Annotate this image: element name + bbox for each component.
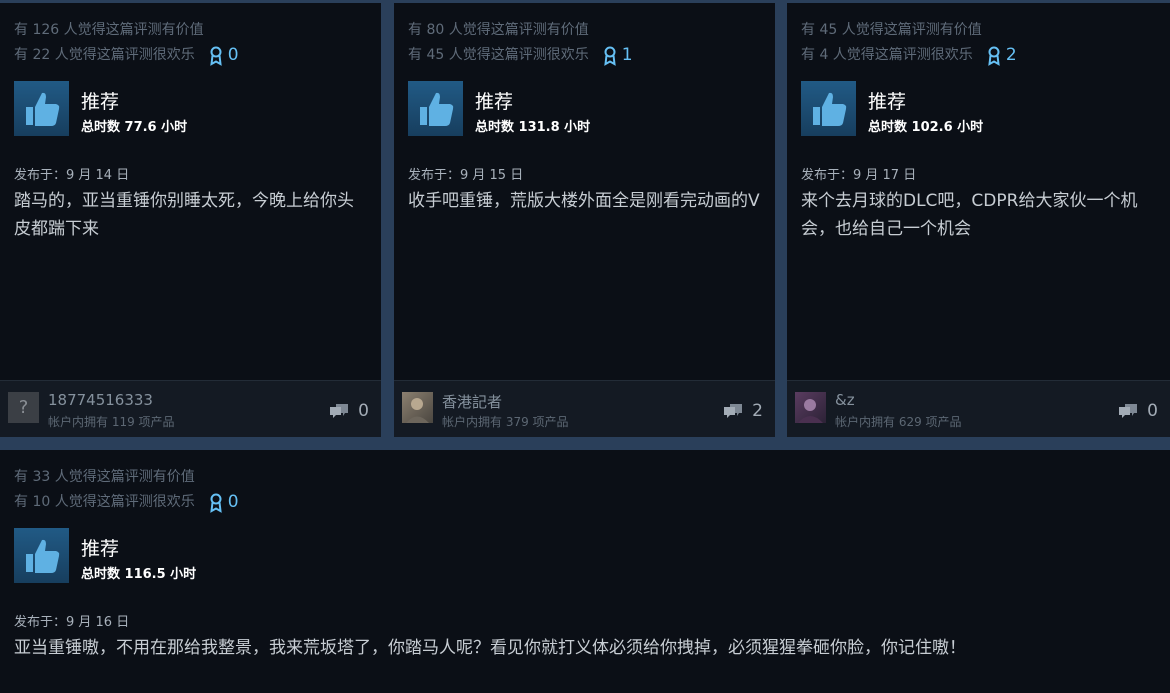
hours-played: 总时数 77.6 小时 — [81, 120, 188, 135]
award-ribbon-icon — [209, 493, 222, 513]
review-card-3[interactable]: 有 45 人觉得这篇评测有价值 有 4 人觉得这篇评测很欢乐 2 推荐 总时数 … — [787, 3, 1170, 437]
comments-button[interactable]: 0 — [329, 401, 369, 421]
avatar-portrait-icon — [798, 399, 823, 423]
recommendation-label: 推荐 — [475, 91, 514, 113]
review-card-2[interactable]: 有 80 人觉得这篇评测有价值 有 45 人觉得这篇评测很欢乐 1 推荐 总时数… — [394, 3, 775, 437]
review-text: 踏马的，亚当重锤你别睡太死，今晚上给你头皮都踹下来 — [14, 191, 354, 239]
comment-bubble-icon — [330, 404, 349, 418]
recommendation-label: 推荐 — [868, 91, 907, 113]
author-products: 帐户内拥有 119 项产品 — [48, 415, 175, 429]
helpful-counts: 有 33 人觉得这篇评测有价值 有 10 人觉得这篇评测很欢乐 0 — [14, 465, 239, 515]
award-ribbon-icon — [209, 46, 222, 66]
comment-bubble-icon — [724, 404, 743, 418]
award-ribbon-icon — [603, 46, 616, 66]
award-count: 0 — [227, 45, 239, 65]
avatar[interactable]: ? — [8, 392, 39, 423]
award-button[interactable]: 0 — [209, 490, 239, 515]
funny-text: 有 22 人觉得这篇评测很欢乐 — [14, 47, 195, 63]
review-text: 收手吧重锤，荒版大楼外面全是刚看完动画的V — [408, 191, 760, 211]
author-name[interactable]: 18774516333 — [48, 391, 153, 409]
recommendation-label: 推荐 — [81, 538, 120, 560]
posted-date: 发布于：9 月 14 日 — [14, 168, 130, 183]
thumbs-up-icon — [14, 528, 69, 583]
posted-date: 发布于：9 月 17 日 — [801, 168, 917, 183]
review-footer: 香港記者 帐户内拥有 379 项产品 2 — [394, 380, 775, 437]
review-footer: ? 18774516333 帐户内拥有 119 项产品 0 — [0, 380, 381, 437]
recommendation: 推荐 总时数 116.5 小时 — [14, 528, 196, 583]
review-text: 来个去月球的DLC吧，CDPR给大家伙一个机会，也给自己一个机会 — [801, 191, 1138, 239]
posted-date: 发布于：9 月 16 日 — [14, 615, 130, 630]
helpful-counts: 有 45 人觉得这篇评测有价值 有 4 人觉得这篇评测很欢乐 2 — [801, 18, 1017, 68]
review-card-1[interactable]: 有 126 人觉得这篇评测有价值 有 22 人觉得这篇评测很欢乐 0 推荐 总时… — [0, 3, 381, 437]
funny-text: 有 10 人觉得这篇评测很欢乐 — [14, 494, 195, 510]
helpful-text: 有 45 人觉得这篇评测有价值 — [801, 22, 982, 38]
avatar-placeholder: ? — [18, 397, 29, 418]
review-footer: &z 帐户内拥有 629 项产品 0 — [787, 380, 1170, 437]
award-count: 0 — [227, 492, 239, 512]
avatar-portrait-icon — [406, 398, 429, 423]
recommendation: 推荐 总时数 77.6 小时 — [14, 81, 187, 136]
helpful-counts: 有 126 人觉得这篇评测有价值 有 22 人觉得这篇评测很欢乐 0 — [14, 18, 239, 68]
posted-date: 发布于：9 月 15 日 — [408, 168, 524, 183]
helpful-text: 有 126 人觉得这篇评测有价值 — [14, 22, 204, 38]
funny-text: 有 45 人觉得这篇评测很欢乐 — [408, 47, 589, 63]
author-name[interactable]: &z — [835, 391, 855, 409]
helpful-counts: 有 80 人觉得这篇评测有价值 有 45 人觉得这篇评测很欢乐 1 — [408, 18, 633, 68]
award-count: 1 — [621, 45, 633, 65]
recommendation: 推荐 总时数 102.6 小时 — [801, 81, 983, 136]
author-products: 帐户内拥有 629 项产品 — [835, 415, 962, 429]
comment-count: 0 — [358, 401, 369, 421]
award-count: 2 — [1005, 45, 1017, 65]
comments-button[interactable]: 0 — [1118, 401, 1158, 421]
thumbs-up-icon — [408, 81, 463, 136]
author-products: 帐户内拥有 379 项产品 — [442, 415, 569, 429]
comment-count: 0 — [1147, 401, 1158, 421]
award-button[interactable]: 1 — [603, 43, 633, 68]
comments-button[interactable]: 2 — [723, 401, 763, 421]
hours-played: 总时数 131.8 小时 — [475, 120, 591, 135]
award-ribbon-icon — [988, 46, 1000, 66]
comment-bubble-icon — [1119, 404, 1138, 418]
hours-played: 总时数 116.5 小时 — [81, 567, 197, 582]
recommendation: 推荐 总时数 131.8 小时 — [408, 81, 590, 136]
award-button[interactable]: 0 — [209, 43, 239, 68]
review-card-4[interactable]: 有 33 人觉得这篇评测有价值 有 10 人觉得这篇评测很欢乐 0 推荐 总时数… — [0, 450, 1170, 693]
funny-text: 有 4 人觉得这篇评测很欢乐 — [801, 47, 973, 63]
helpful-text: 有 33 人觉得这篇评测有价值 — [14, 469, 195, 485]
author-name[interactable]: 香港記者 — [442, 391, 502, 412]
hours-played: 总时数 102.6 小时 — [868, 120, 984, 135]
avatar[interactable] — [795, 392, 826, 423]
comment-count: 2 — [752, 401, 763, 421]
thumbs-up-icon — [14, 81, 69, 136]
thumbs-up-icon — [801, 81, 856, 136]
review-text: 亚当重锤嗷，不用在那给我整景，我来荒坂塔了，你踏马人呢？看见你就打义体必须给你拽… — [14, 638, 966, 658]
recommendation-label: 推荐 — [81, 91, 120, 113]
award-button[interactable]: 2 — [987, 43, 1017, 68]
avatar[interactable] — [402, 392, 433, 423]
helpful-text: 有 80 人觉得这篇评测有价值 — [408, 22, 589, 38]
